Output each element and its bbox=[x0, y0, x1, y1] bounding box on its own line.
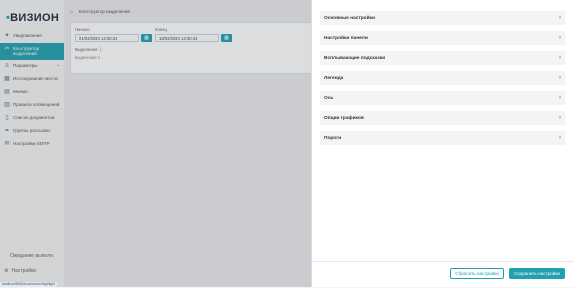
reset-settings-button[interactable]: Сбросить настройки bbox=[450, 268, 504, 279]
section-tooltips[interactable]: Всплывающие подсказки › bbox=[320, 51, 565, 65]
chevron-right-icon: › bbox=[559, 115, 561, 121]
chevron-right-icon: › bbox=[559, 95, 561, 101]
drawer-footer: Сбросить настройки Сохранить настройки bbox=[312, 261, 574, 288]
status-bar-url: localhost:8080/#/constructor/highlight bbox=[0, 282, 57, 287]
save-settings-button[interactable]: Сохранить настройки bbox=[509, 268, 565, 279]
section-main-settings[interactable]: Основные настройки › bbox=[320, 11, 565, 25]
section-panel-settings[interactable]: Настройки панели › bbox=[320, 31, 565, 45]
chevron-right-icon: › bbox=[559, 75, 561, 81]
section-legend[interactable]: Легенда › bbox=[320, 71, 565, 85]
chevron-right-icon: › bbox=[559, 15, 561, 21]
section-thresholds[interactable]: Пороги › bbox=[320, 131, 565, 145]
section-axis[interactable]: Ось › bbox=[320, 91, 565, 105]
chevron-right-icon: › bbox=[559, 55, 561, 61]
modal-backdrop[interactable] bbox=[0, 0, 311, 287]
section-chart-options[interactable]: Опции графиков › bbox=[320, 111, 565, 125]
chevron-right-icon: › bbox=[559, 135, 561, 141]
settings-drawer: Основные настройки › Настройки панели › Вс… bbox=[311, 0, 574, 287]
chevron-right-icon: › bbox=[559, 35, 561, 41]
